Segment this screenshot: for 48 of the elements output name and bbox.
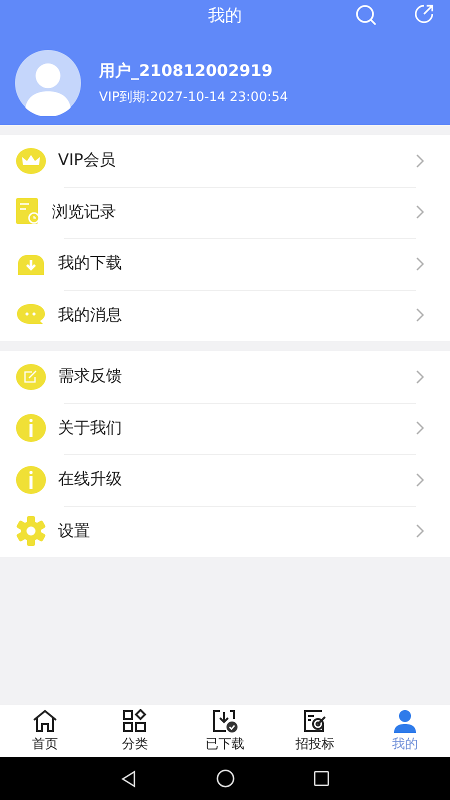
menu-item[interactable]: 我的消息 xyxy=(0,290,450,341)
crown-icon xyxy=(16,146,46,175)
menu-label: 浏览记录 xyxy=(52,202,117,223)
menu-item[interactable]: 设置 xyxy=(0,506,450,557)
info-icon xyxy=(16,466,46,494)
settings-icon xyxy=(16,516,46,546)
person-icon xyxy=(392,709,418,733)
grid-icon xyxy=(122,709,148,733)
target-icon xyxy=(302,709,328,733)
vip-expiry: VIP到期:2027-10-14 23:00:54 xyxy=(99,88,288,106)
back-icon[interactable] xyxy=(120,770,138,788)
recents-icon[interactable] xyxy=(313,770,330,787)
menu-item[interactable]: 需求反馈 xyxy=(0,351,450,402)
tab[interactable]: 招投标 xyxy=(270,705,360,757)
tab[interactable]: 分类 xyxy=(90,705,180,757)
menu-label: VIP会员 xyxy=(58,150,116,172)
share-icon[interactable] xyxy=(413,3,435,25)
menu-item[interactable]: 我的下载 xyxy=(0,238,450,290)
info-icon xyxy=(16,414,46,442)
document-icon xyxy=(16,198,40,226)
menu-label: 设置 xyxy=(58,520,91,542)
menu-item[interactable]: 浏览记录 xyxy=(0,186,450,238)
edit-icon xyxy=(16,364,46,390)
menu-item[interactable]: 在线升级 xyxy=(0,454,450,506)
menu-item[interactable]: VIP会员 xyxy=(0,135,450,186)
home-circle-icon[interactable] xyxy=(216,769,235,788)
chevron-icon xyxy=(416,205,424,220)
chevron-icon xyxy=(416,524,424,538)
menu-label: 需求反馈 xyxy=(58,366,123,388)
page-title: 我的 xyxy=(208,4,242,26)
username: 用户_210812002919 xyxy=(99,60,274,82)
home-icon xyxy=(32,709,58,733)
avatar-icon[interactable] xyxy=(15,50,81,116)
tab[interactable]: 首页 xyxy=(0,705,90,757)
tab[interactable]: 已下载 xyxy=(180,705,270,757)
menu-label: 关于我们 xyxy=(58,418,123,439)
search-icon[interactable] xyxy=(354,3,378,27)
chevron-icon xyxy=(416,256,424,271)
chevron-icon xyxy=(416,472,424,487)
menu-label: 在线升级 xyxy=(58,469,123,490)
download-check-icon xyxy=(212,709,238,733)
menu-item[interactable]: 关于我们 xyxy=(0,402,450,454)
chevron-icon xyxy=(416,421,424,436)
chevron-icon xyxy=(416,370,424,384)
menu-label: 我的下载 xyxy=(58,253,123,274)
chevron-icon xyxy=(416,308,424,322)
chevron-icon xyxy=(416,154,424,168)
menu-label: 我的消息 xyxy=(58,304,123,326)
